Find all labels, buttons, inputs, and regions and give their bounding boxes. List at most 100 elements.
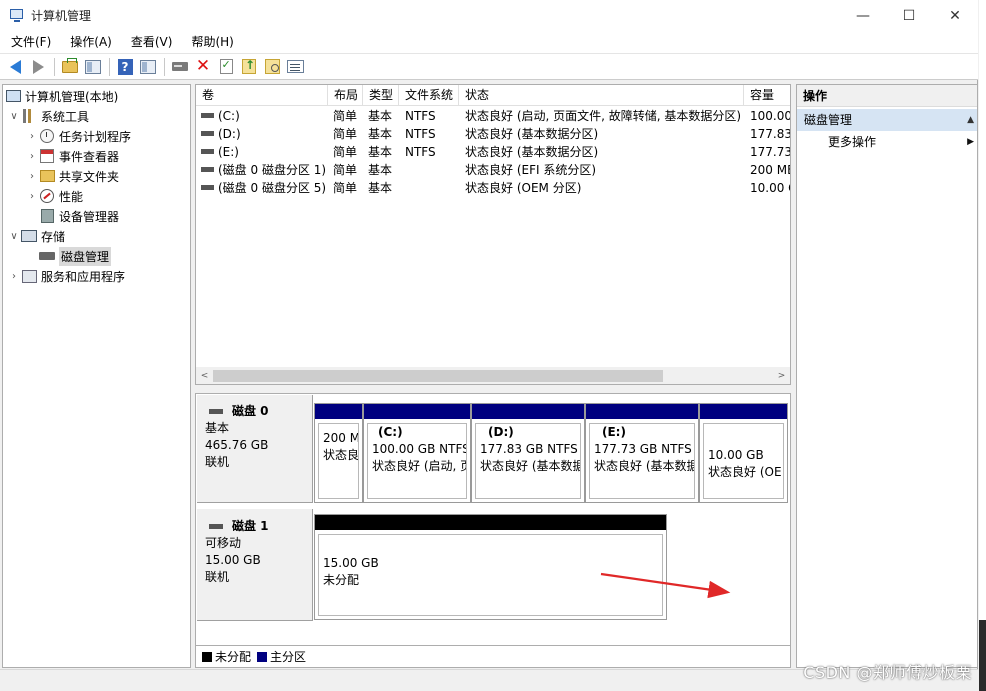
cell-cap: 177.73 xyxy=(750,145,791,159)
disk-0-label[interactable]: 磁盘 0 基本 465.76 GB 联机 xyxy=(197,395,313,503)
back-arrow-icon[interactable] xyxy=(4,56,26,78)
horizontal-scrollbar[interactable]: < > xyxy=(196,367,790,384)
delete-icon[interactable]: ✕ xyxy=(192,56,214,78)
properties-icon[interactable] xyxy=(284,56,306,78)
partition-name: (E:) xyxy=(602,425,626,439)
partition-e[interactable]: (E:) 177.73 GB NTFS 状态良好 (基本数据 xyxy=(585,403,699,503)
help-icon[interactable]: ? xyxy=(114,56,136,78)
table-row[interactable]: (D:) 简单 基本 NTFS 状态良好 (基本数据分区) 177.83 xyxy=(196,125,791,143)
partition-efi[interactable]: 200 M 状态良 xyxy=(314,403,363,503)
tree-item-services[interactable]: › 服务和应用程序 xyxy=(7,266,125,286)
toolbar-separator xyxy=(164,57,165,76)
cell-cap: 100.00 xyxy=(750,109,791,123)
column-header-capacity[interactable]: 容量 xyxy=(744,85,790,106)
menu-view[interactable]: 查看(V) xyxy=(120,31,181,54)
table-row[interactable]: (磁盘 0 磁盘分区 1) 简单 基本 状态良好 (EFI 系统分区) 200 ME xyxy=(196,161,791,179)
title-bar: 计算机管理 — ☐ ✕ xyxy=(0,0,978,31)
cell-cap: 200 ME xyxy=(750,163,791,177)
collapse-chevron-icon[interactable]: › xyxy=(25,191,39,202)
minimize-button[interactable]: — xyxy=(840,0,886,31)
check-icon[interactable] xyxy=(215,56,237,78)
show-tree-icon[interactable] xyxy=(82,56,104,78)
menu-file[interactable]: 文件(F) xyxy=(0,31,59,54)
partition-status: 状态良 xyxy=(323,448,359,462)
table-row[interactable]: (E:) 简单 基本 NTFS 状态良好 (基本数据分区) 177.73 xyxy=(196,143,791,161)
computer-management-icon xyxy=(9,8,25,24)
cell-status: 状态良好 (基本数据分区) xyxy=(465,145,599,159)
table-row[interactable]: (C:) 简单 基本 NTFS 状态良好 (启动, 页面文件, 故障转储, 基本数据分区… xyxy=(196,107,791,125)
cell-vol: (磁盘 0 磁盘分区 1) xyxy=(218,163,326,177)
tree-item-task-scheduler[interactable]: › 任务计划程序 xyxy=(25,126,131,146)
volume-icon xyxy=(201,167,214,172)
table-row[interactable]: (磁盘 0 磁盘分区 5) 简单基本 状态良好 (OEM 分区) 10.00 G xyxy=(196,179,790,197)
disk-1-label[interactable]: 磁盘 1 可移动 15.00 GB 联机 xyxy=(197,509,313,621)
column-header-type[interactable]: 类型 xyxy=(363,85,399,106)
tree-item-storage[interactable]: ∨ 存储 xyxy=(7,226,65,246)
menu-action[interactable]: 操作(A) xyxy=(59,31,120,54)
tree-item-disk-management[interactable]: 磁盘管理 xyxy=(39,246,112,266)
tree-item-event-viewer[interactable]: › 事件查看器 xyxy=(25,146,119,166)
unallocated-space[interactable]: 15.00 GB 未分配 xyxy=(314,514,667,620)
scrollbar-thumb[interactable] xyxy=(213,370,663,382)
up-folder-icon[interactable] xyxy=(59,56,81,78)
partition-size: 100.00 GB NTFS xyxy=(372,442,467,456)
cell-status: 状态良好 (EFI 系统分区) xyxy=(465,163,597,177)
collapse-chevron-icon[interactable]: › xyxy=(25,151,39,162)
up-level-icon[interactable] xyxy=(238,56,260,78)
cell-status: 状态良好 (基本数据分区) xyxy=(465,127,599,141)
partition-status: 状态良好 (基本数据 xyxy=(480,459,581,473)
expand-chevron-icon[interactable]: ∨ xyxy=(7,231,21,242)
tree-label: 服务和应用程序 xyxy=(41,269,126,284)
tree-item-device-manager[interactable]: 设备管理器 xyxy=(39,206,119,226)
tree-label: 性能 xyxy=(59,189,84,204)
tree-item-shared-folders[interactable]: › 共享文件夹 xyxy=(25,166,119,186)
collapse-chevron-icon[interactable]: › xyxy=(7,271,21,282)
maximize-button[interactable]: ☐ xyxy=(886,0,932,31)
volume-icon xyxy=(201,113,214,118)
cell-layout: 简单 xyxy=(333,127,358,141)
search-folder-icon[interactable] xyxy=(261,56,283,78)
collapse-caret-icon[interactable]: ▲ xyxy=(967,109,974,131)
column-header-layout[interactable]: 布局 xyxy=(328,85,363,106)
tree-item-performance[interactable]: › 性能 xyxy=(25,186,83,206)
actions-section-disk-management[interactable]: 磁盘管理 ▲ xyxy=(797,109,977,131)
menu-help[interactable]: 帮助(H) xyxy=(180,31,241,54)
scroll-right-arrow-icon[interactable]: > xyxy=(773,367,790,384)
disk-kind: 可移动 xyxy=(205,536,242,550)
scroll-left-arrow-icon[interactable]: < xyxy=(196,367,213,384)
partition-d[interactable]: (D:) 177.83 GB NTFS 状态良好 (基本数据 xyxy=(471,403,585,503)
actions-pane: 操作 磁盘管理 ▲ 更多操作 ▶ xyxy=(796,84,978,668)
close-button[interactable]: ✕ xyxy=(932,0,978,31)
column-header-status[interactable]: 状态 xyxy=(459,85,744,106)
column-header-volume[interactable]: 卷 xyxy=(196,85,328,106)
partition-c[interactable]: (C:) 100.00 GB NTFS 状态良好 (启动, 页 xyxy=(363,403,471,503)
shared-folder-icon xyxy=(39,168,55,184)
disk-graph-view[interactable]: 磁盘 0 基本 465.76 GB 联机 200 M 状态良 (C:) 100.00… xyxy=(195,393,791,668)
cell-status: 状态良好 (启动, 页面文件, 故障转储, 基本数据分区) xyxy=(465,109,742,123)
device-manager-icon xyxy=(39,208,55,224)
column-header-filesystem[interactable]: 文件系统 xyxy=(399,85,459,106)
partition-status: 状态良好 (启动, 页 xyxy=(372,459,467,473)
computer-icon xyxy=(5,88,21,104)
forward-arrow-icon[interactable] xyxy=(27,56,49,78)
tree-label: 设备管理器 xyxy=(59,209,120,224)
navigation-tree[interactable]: 计算机管理(本地) ∨ 系统工具 › 任务计划程序 › 事件查看器 › 共享文件… xyxy=(2,84,191,668)
collapse-chevron-icon[interactable]: › xyxy=(25,171,39,182)
cell-cap: 177.83 xyxy=(750,127,791,141)
connect-disk-icon[interactable] xyxy=(169,56,191,78)
cell-layout: 简单 xyxy=(333,163,358,177)
tree-item-system-tools[interactable]: ∨ 系统工具 xyxy=(7,106,89,126)
volume-list[interactable]: 卷 布局 类型 文件系统 状态 容量 (C:) 简单 基本 NTFS 状态良好 (启动,… xyxy=(195,84,791,385)
tree-label: 系统工具 xyxy=(41,109,90,124)
tree-item-root[interactable]: 计算机管理(本地) xyxy=(5,86,118,106)
expand-chevron-icon[interactable]: ∨ xyxy=(7,111,21,122)
more-actions-item[interactable]: 更多操作 ▶ xyxy=(797,131,977,153)
partition-oem[interactable]: 10.00 GB 状态良好 (OE xyxy=(699,403,788,503)
partition-size: 177.73 GB NTFS xyxy=(594,442,692,456)
disk-size: 465.76 GB xyxy=(205,438,269,452)
show-pane-icon[interactable] xyxy=(137,56,159,78)
collapse-chevron-icon[interactable]: › xyxy=(25,131,39,142)
cell-layout: 简单 xyxy=(333,109,358,123)
disk-management-pane: 卷 布局 类型 文件系统 状态 容量 (C:) 简单 基本 NTFS 状态良好 (启动,… xyxy=(195,84,791,668)
cell-type: 基本 xyxy=(368,181,393,195)
